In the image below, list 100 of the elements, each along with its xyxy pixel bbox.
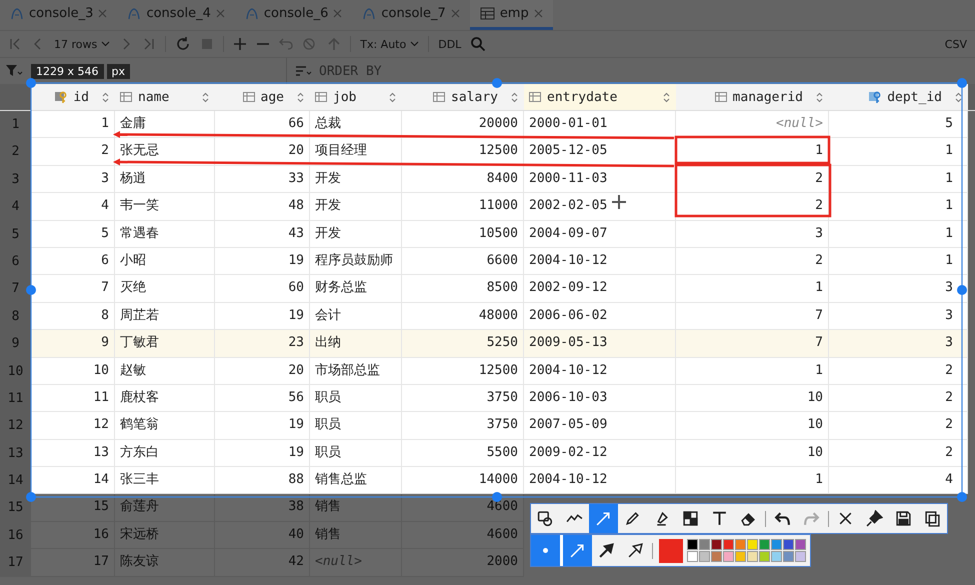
table-cell: 19 [215, 412, 310, 440]
resize-handle[interactable] [492, 78, 502, 88]
color-swatch[interactable] [699, 551, 710, 562]
arrow-tool-icon [595, 510, 612, 527]
row-number: 7 [0, 275, 31, 303]
color-swatch[interactable] [723, 551, 734, 562]
search-icon[interactable] [470, 36, 486, 52]
sort-arrows-icon[interactable] [816, 92, 823, 102]
sort-arrows-icon[interactable] [663, 92, 670, 102]
editor-tab[interactable]: console_7 [352, 0, 470, 30]
resize-handle[interactable] [957, 492, 967, 502]
color-swatch[interactable] [795, 539, 806, 550]
color-swatch[interactable] [783, 539, 794, 550]
close-icon[interactable] [333, 9, 342, 18]
table-cell: 10 [676, 412, 829, 440]
refresh-icon[interactable] [175, 36, 192, 52]
add-row-icon[interactable] [233, 37, 248, 51]
table-cell: 2 [829, 358, 968, 385]
rows-dropdown[interactable]: 17 rows [54, 38, 110, 50]
table-cell: 2009-05-13 [524, 330, 676, 358]
order-by-field[interactable]: ORDER BY [317, 62, 521, 80]
color-swatch[interactable] [735, 551, 746, 562]
column-header[interactable]: dept_id [829, 84, 968, 110]
transaction-dropdown[interactable]: Tx: Auto [360, 38, 420, 50]
export-format-dropdown[interactable]: CSV [944, 38, 967, 50]
table-cell: 17 [31, 549, 115, 577]
sort-arrows-icon[interactable] [389, 92, 396, 102]
current-color-swatch[interactable] [659, 538, 683, 562]
column-header[interactable]: job [310, 84, 402, 110]
column-header[interactable]: entrydate [524, 84, 676, 110]
table-cell: 张三丰 [115, 467, 215, 494]
table-cell: 2 [829, 384, 968, 412]
submit-icon[interactable] [327, 37, 342, 51]
row-number: 1 [0, 111, 31, 138]
table-cell: 1 [829, 193, 968, 221]
color-swatch[interactable] [783, 551, 794, 562]
table-cell: 6 [31, 248, 115, 276]
column-header[interactable]: salary [402, 84, 524, 110]
table-cell: 42 [215, 549, 310, 577]
resize-handle[interactable] [957, 78, 967, 88]
close-icon[interactable] [450, 9, 460, 18]
editor-tab[interactable]: console_4 [117, 0, 235, 30]
close-icon[interactable] [98, 9, 108, 18]
caret-icon [101, 41, 110, 47]
resize-handle[interactable] [26, 78, 36, 88]
column-icon [119, 90, 133, 104]
color-swatch[interactable] [747, 551, 758, 562]
row-number: 3 [0, 166, 31, 194]
column-header[interactable]: age [215, 84, 310, 110]
table-cell: 2 [829, 412, 968, 440]
color-swatch[interactable] [711, 539, 722, 550]
color-swatch[interactable] [687, 539, 698, 550]
table-cell: 10 [31, 358, 115, 385]
color-swatch[interactable] [771, 551, 782, 562]
table-cell: 19 [215, 302, 310, 330]
color-swatch[interactable] [759, 539, 770, 550]
text-tool-icon [711, 510, 728, 527]
color-swatch[interactable] [687, 551, 698, 562]
column-icon [242, 90, 256, 104]
editor-tab[interactable]: console_3 [0, 0, 118, 30]
sort-arrows-icon[interactable] [202, 92, 209, 102]
color-swatch[interactable] [699, 539, 710, 550]
table-cell: 市场部总监 [310, 358, 402, 385]
table-cell: 12 [31, 412, 115, 440]
table-cell: 5 [829, 111, 968, 138]
table-cell: 2002-09-12 [524, 275, 676, 303]
color-swatch[interactable] [711, 551, 722, 562]
sort-arrows-icon[interactable] [955, 92, 962, 102]
table-cell: 11000 [402, 193, 524, 221]
sort-arrows-icon[interactable] [102, 92, 109, 102]
editor-tab[interactable]: console_6 [234, 0, 352, 30]
color-swatch[interactable] [795, 551, 806, 562]
color-swatch[interactable] [759, 551, 770, 562]
last-page-icon[interactable] [142, 37, 156, 51]
column-header[interactable]: name [115, 84, 215, 110]
column-header[interactable]: id [31, 84, 115, 110]
sort-icon[interactable] [295, 64, 313, 78]
color-swatch[interactable] [771, 539, 782, 550]
table-cell: 灭绝 [115, 275, 215, 303]
column-header[interactable]: managerid [676, 84, 829, 110]
column-icon [714, 90, 728, 104]
table-cell: 6600 [402, 248, 524, 276]
close-icon[interactable] [534, 9, 543, 18]
ddl-button[interactable]: DDL [438, 38, 462, 50]
table-cell: 12500 [402, 138, 524, 166]
table-cell: 33 [215, 166, 310, 194]
editor-tab[interactable]: emp [470, 0, 553, 30]
color-swatch[interactable] [747, 539, 758, 550]
first-page-icon[interactable] [8, 37, 22, 51]
close-icon[interactable] [216, 9, 225, 18]
sort-arrows-icon[interactable] [297, 92, 304, 102]
color-swatch[interactable] [735, 539, 746, 550]
sort-arrows-icon[interactable] [511, 92, 518, 102]
close-icon [837, 510, 854, 527]
row-number: 11 [0, 384, 31, 412]
table-cell: 1 [676, 358, 829, 385]
color-swatch[interactable] [723, 539, 734, 550]
table-cell: 开发 [310, 220, 402, 248]
undo-icon[interactable] [279, 37, 294, 51]
table-cell: 2000-01-01 [524, 111, 676, 138]
